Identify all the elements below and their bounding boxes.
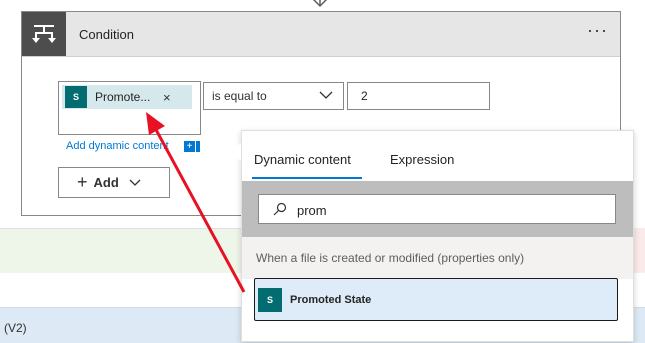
search-input[interactable]: prom [258,194,616,224]
operator-dropdown[interactable]: is equal to [203,82,344,110]
result-label: Promoted State [290,293,372,306]
add-button-label: Add [93,175,119,190]
condition-header[interactable]: Condition ··· [22,12,620,57]
search-value: prom [297,203,327,218]
tab-dynamic-content[interactable]: Dynamic content [254,152,351,167]
chevron-down-icon [319,91,333,99]
active-tab-indicator [252,177,362,179]
more-options-icon[interactable]: ··· [587,20,608,41]
tab-expression[interactable]: Expression [390,152,454,167]
plus-icon: + [77,172,88,192]
add-button[interactable]: + Add [58,167,170,198]
result-item-promoted-state[interactable]: S Promoted State [254,278,618,321]
right-operand-field[interactable]: 2 [347,82,490,110]
section-header: When a file is created or modified (prop… [242,237,633,279]
add-dynamic-content-link[interactable]: Add dynamic content [66,140,169,152]
section-title: When a file is created or modified (prop… [256,251,525,265]
token-label: Promote... [95,90,151,104]
remove-token-icon[interactable]: × [163,90,171,105]
condition-icon [22,12,66,56]
dynamic-content-panel: Dynamic content Expression prom When a f… [241,130,634,342]
search-area: prom [242,181,633,237]
sharepoint-icon: S [258,287,282,312]
operator-value: is equal to [212,89,267,103]
sharepoint-icon: S [65,86,87,108]
add-dynamic-content-icon-edge [196,141,200,152]
background-action-label: (V2) [4,321,27,335]
condition-title: Condition [79,27,134,42]
add-dynamic-content-icon[interactable]: + [184,141,195,152]
dynamic-token[interactable]: S Promote... × [62,85,192,109]
chevron-down-icon [129,179,141,186]
search-icon [273,202,287,216]
left-operand-field[interactable]: S Promote... × [58,81,201,135]
panel-pointer [229,143,241,161]
